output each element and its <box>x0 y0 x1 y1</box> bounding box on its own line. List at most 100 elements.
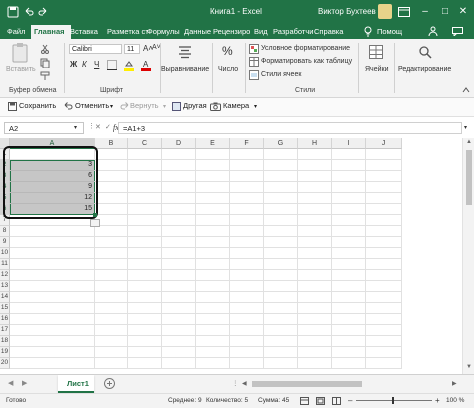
cell[interactable] <box>95 347 128 358</box>
user-name[interactable]: Виктор Бухтеев <box>318 7 376 16</box>
cell[interactable] <box>128 237 162 248</box>
enter-icon[interactable]: ✓ <box>105 123 111 131</box>
cell[interactable] <box>298 336 332 347</box>
cell[interactable] <box>162 193 196 204</box>
cell[interactable] <box>298 314 332 325</box>
cell[interactable] <box>230 149 264 160</box>
cell[interactable] <box>230 336 264 347</box>
cell[interactable] <box>128 303 162 314</box>
cell[interactable] <box>95 204 128 215</box>
row-header-8[interactable]: 8 <box>0 226 10 237</box>
cell[interactable] <box>264 160 298 171</box>
conditional-formatting-button[interactable]: Условное форматирование <box>261 45 350 52</box>
column-header-i[interactable]: I <box>332 138 366 149</box>
cell[interactable] <box>10 248 95 259</box>
camera-icon[interactable] <box>210 102 221 111</box>
cell[interactable] <box>332 248 366 259</box>
cell[interactable] <box>264 226 298 237</box>
tab-review[interactable]: Рецензиро <box>210 25 256 39</box>
font-size-select[interactable]: 11 <box>124 44 140 54</box>
tab-help[interactable]: Справка <box>311 25 351 39</box>
cell[interactable] <box>162 314 196 325</box>
cell[interactable] <box>128 314 162 325</box>
cell[interactable] <box>298 358 332 369</box>
cell[interactable] <box>128 215 162 226</box>
cell[interactable] <box>196 226 230 237</box>
cell[interactable] <box>128 171 162 182</box>
borders-icon[interactable] <box>107 60 117 70</box>
cell[interactable] <box>196 171 230 182</box>
number-format-button[interactable]: % Число <box>213 42 243 86</box>
cell[interactable] <box>95 270 128 281</box>
cell[interactable] <box>162 270 196 281</box>
font-name-select[interactable]: Calibri <box>69 44 122 54</box>
scroll-right-icon[interactable]: ▶ <box>452 380 457 387</box>
zoom-slider-thumb[interactable] <box>392 397 394 404</box>
cell[interactable] <box>196 270 230 281</box>
cell[interactable] <box>162 248 196 259</box>
cell[interactable] <box>162 281 196 292</box>
alignment-button[interactable]: Выравнивание <box>160 42 210 86</box>
cell[interactable] <box>128 281 162 292</box>
cell[interactable] <box>298 248 332 259</box>
ribbon-display-icon[interactable] <box>398 7 410 17</box>
cell[interactable] <box>298 226 332 237</box>
cancel-icon[interactable]: ✕ <box>95 123 101 131</box>
redo-button[interactable]: Вернуть <box>130 101 159 110</box>
cell[interactable] <box>196 149 230 160</box>
formula-options-icon[interactable]: ⋮ <box>88 122 95 130</box>
cell[interactable] <box>366 171 402 182</box>
cell[interactable] <box>128 259 162 270</box>
name-box[interactable]: A2 <box>4 122 84 134</box>
column-header-f[interactable]: F <box>230 138 264 149</box>
row-header-10[interactable]: 10 <box>0 248 10 259</box>
cell[interactable] <box>162 292 196 303</box>
row-header-20[interactable]: 20 <box>0 358 10 369</box>
share-icon[interactable] <box>428 26 438 37</box>
cell[interactable] <box>332 226 366 237</box>
cell[interactable] <box>95 259 128 270</box>
lightbulb-icon[interactable] <box>364 26 372 37</box>
avatar[interactable] <box>378 4 392 19</box>
cell[interactable] <box>95 237 128 248</box>
format-as-table-button[interactable]: Форматировать как таблицу <box>261 58 352 65</box>
cell[interactable] <box>196 160 230 171</box>
cell[interactable] <box>95 193 128 204</box>
cell[interactable] <box>128 182 162 193</box>
redo-icon[interactable] <box>120 102 129 111</box>
bold-icon[interactable]: Ж <box>70 60 77 69</box>
cell[interactable] <box>162 182 196 193</box>
tell-me-label[interactable]: Помощ <box>374 25 405 39</box>
cell[interactable] <box>264 204 298 215</box>
zoom-level[interactable]: 100 % <box>446 397 464 404</box>
cell[interactable] <box>298 204 332 215</box>
cell[interactable] <box>332 314 366 325</box>
cell[interactable] <box>162 215 196 226</box>
cell[interactable] <box>366 358 402 369</box>
cell[interactable] <box>298 325 332 336</box>
tab-developer[interactable]: Разработчи <box>270 25 316 39</box>
cell[interactable] <box>196 204 230 215</box>
cell[interactable] <box>332 347 366 358</box>
cell[interactable] <box>95 160 128 171</box>
cell[interactable] <box>162 358 196 369</box>
cell[interactable] <box>196 303 230 314</box>
column-header-b[interactable]: B <box>95 138 128 149</box>
cell[interactable] <box>332 281 366 292</box>
cell[interactable] <box>298 160 332 171</box>
normal-view-icon[interactable] <box>300 397 309 405</box>
row-header-15[interactable]: 15 <box>0 303 10 314</box>
cell[interactable] <box>298 237 332 248</box>
cell[interactable] <box>230 215 264 226</box>
other-icon[interactable] <box>172 102 181 111</box>
scroll-down-icon[interactable]: ▼ <box>466 364 472 370</box>
cell[interactable] <box>128 226 162 237</box>
sheet-options-icon[interactable]: ⋮ <box>232 379 239 387</box>
cell[interactable] <box>10 336 95 347</box>
cell[interactable] <box>162 303 196 314</box>
zoom-out-button[interactable]: – <box>348 396 352 405</box>
cell[interactable] <box>332 336 366 347</box>
cell[interactable] <box>298 182 332 193</box>
cell[interactable] <box>128 270 162 281</box>
page-layout-view-icon[interactable] <box>316 397 325 405</box>
